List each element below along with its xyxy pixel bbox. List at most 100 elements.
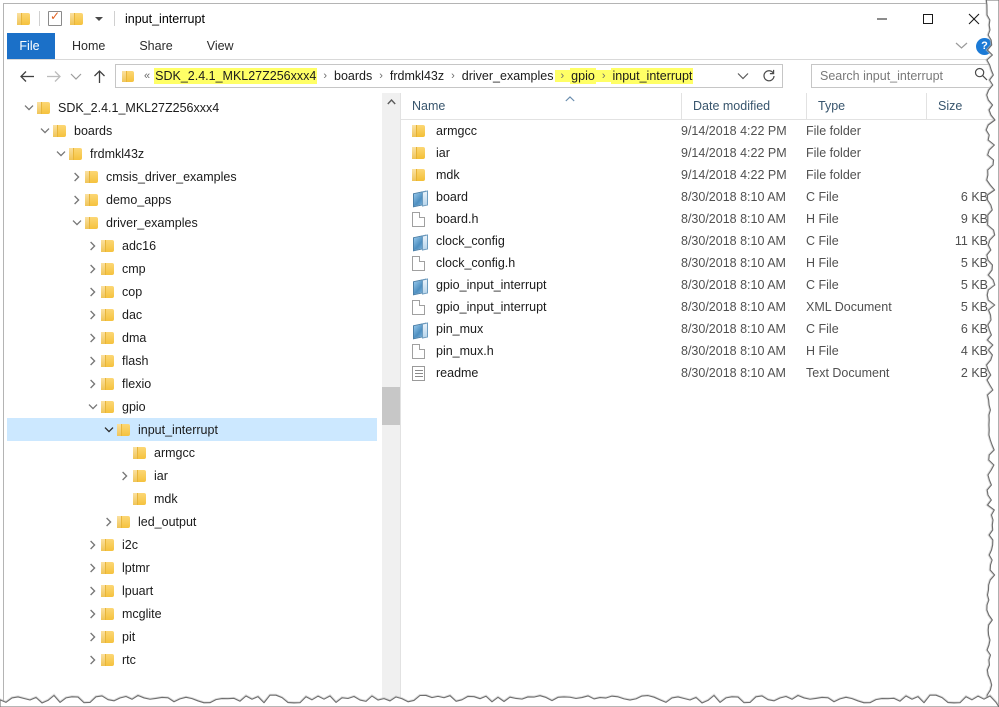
tree-item-cop[interactable]: cop [4,280,377,303]
chevron-right-icon[interactable] [84,556,101,579]
back-button[interactable] [14,63,40,89]
tree-item-dac[interactable]: dac [4,303,377,326]
tree-item-mcglite[interactable]: mcglite [4,602,377,625]
breadcrumb-item-input-interrupt[interactable]: input_interrupt [611,68,694,84]
file-name-cell[interactable]: iar [401,146,681,161]
maximize-button[interactable] [905,4,951,33]
column-header-type[interactable]: Type [806,93,926,119]
file-name-cell[interactable]: pin_mux.h [401,343,681,359]
file-name-cell[interactable]: armgcc [401,124,681,139]
tab-share[interactable]: Share [122,33,189,59]
chevron-right-icon[interactable] [84,579,101,602]
chevron-down-icon[interactable] [52,142,69,165]
table-row[interactable]: mdk 9/14/2018 4:22 PM File folder [401,164,995,186]
table-row[interactable]: readme 8/30/2018 8:10 AM Text Document 2 KB [401,362,995,384]
chevron-right-icon[interactable] [84,648,101,671]
folder-icon[interactable] [13,8,35,30]
breadcrumb-sep-2[interactable]: › [445,70,461,82]
table-row[interactable]: pin_mux.h 8/30/2018 8:10 AM H File 4 KB [401,340,995,362]
breadcrumb-sep-1[interactable]: › [373,70,389,82]
file-name-cell[interactable]: pin_mux [401,322,681,337]
chevron-right-icon[interactable] [84,625,101,648]
table-row[interactable]: clock_config.h 8/30/2018 8:10 AM H File 5 K… [401,252,995,274]
tree-item-adc16[interactable]: adc16 [4,234,377,257]
minimize-button[interactable] [859,4,905,33]
tree-item-frdmkl43z[interactable]: frdmkl43z [4,142,377,165]
tab-view[interactable]: View [190,33,251,59]
tree-item-pit[interactable]: pit [4,625,377,648]
file-name-cell[interactable]: mdk [401,168,681,183]
table-row[interactable]: clock_config 8/30/2018 8:10 AM C File 11 KB [401,230,995,252]
chevron-right-icon[interactable] [84,349,101,372]
tab-home[interactable]: Home [55,33,122,59]
table-row[interactable]: pin_mux 8/30/2018 8:10 AM C File 6 KB [401,318,995,340]
tab-file[interactable]: File [4,33,55,59]
tree-item-driver-examples[interactable]: driver_examples [4,211,377,234]
breadcrumb-dropdown-icon[interactable] [730,65,756,87]
breadcrumb-sep-0[interactable]: › [317,70,333,82]
customize-caret-icon[interactable] [88,8,110,30]
chevron-right-icon[interactable] [84,326,101,349]
tree-item-demo-apps[interactable]: demo_apps [4,188,377,211]
tree-item-lptmr[interactable]: lptmr [4,556,377,579]
scrollbar-thumb[interactable] [382,387,400,425]
chevron-down-icon[interactable] [36,119,53,142]
column-header-size[interactable]: Size [926,93,995,119]
scroll-up-arrow-icon[interactable] [382,93,400,111]
file-name-cell[interactable]: board [401,190,681,205]
chevron-down-icon[interactable] [955,37,968,55]
chevron-right-icon[interactable] [116,464,133,487]
up-button[interactable] [86,63,112,89]
close-button[interactable] [951,4,995,33]
breadcrumb-sep-3[interactable]: › [554,70,571,82]
table-row[interactable]: board.h 8/30/2018 8:10 AM H File 9 KB [401,208,995,230]
breadcrumb-item-gpio[interactable]: gpio [570,68,596,84]
chevron-right-icon[interactable] [68,165,85,188]
tree-item-dma[interactable]: dma [4,326,377,349]
column-header-date-modified[interactable]: Date modified [681,93,806,119]
chevron-right-icon[interactable] [84,372,101,395]
file-name-cell[interactable]: clock_config [401,234,681,249]
file-name-cell[interactable]: readme [401,365,681,381]
chevron-down-icon[interactable] [68,211,85,234]
table-row[interactable]: gpio_input_interrupt 8/30/2018 8:10 AM XML… [401,296,995,318]
properties-icon[interactable] [44,8,66,30]
chevron-right-icon[interactable] [84,280,101,303]
tree-item-flash[interactable]: flash [4,349,377,372]
tree-item-mdk[interactable]: mdk [4,487,377,510]
help-icon[interactable]: ? [976,37,993,55]
breadcrumb-item-sdk[interactable]: SDK_2.4.1_MKL27Z256xxx4 [154,68,318,84]
file-name-cell[interactable]: gpio_input_interrupt [401,278,681,293]
recent-locations-button[interactable] [66,63,86,89]
tree-item-flexio[interactable]: flexio [4,372,377,395]
column-header-name[interactable]: Name [401,93,681,119]
chevron-right-icon[interactable] [100,510,117,533]
tree-item-lpuart[interactable]: lpuart [4,579,377,602]
chevron-down-icon[interactable] [84,395,101,418]
file-name-cell[interactable]: clock_config.h [401,255,681,271]
tree-item-input-interrupt[interactable]: input_interrupt [4,418,377,441]
breadcrumb-overflow-icon[interactable]: « [140,70,154,82]
search-input[interactable]: Search input_interrupt [820,69,974,83]
breadcrumb-item-driver-examples[interactable]: driver_examples [461,68,555,84]
chevron-right-icon[interactable] [84,234,101,257]
tree-item-cmp[interactable]: cmp [4,257,377,280]
chevron-down-icon[interactable] [100,418,117,441]
chevron-right-icon[interactable] [84,303,101,326]
breadcrumb-bar[interactable]: « SDK_2.4.1_MKL27Z256xxx4 › boards › frd… [115,64,783,88]
search-icon[interactable] [974,67,995,86]
refresh-icon[interactable] [756,65,782,87]
tree-item-rtc[interactable]: rtc [4,648,377,671]
table-row[interactable]: armgcc 9/14/2018 4:22 PM File folder [401,120,995,142]
tree-item-cmsis-driver-examples[interactable]: cmsis_driver_examples [4,165,377,188]
file-name-cell[interactable]: gpio_input_interrupt [401,299,681,315]
tree-item-sdk-2-4-1-mkl27z256xxx4[interactable]: SDK_2.4.1_MKL27Z256xxx4 [4,96,377,119]
tree-item-led-output[interactable]: led_output [4,510,377,533]
table-row[interactable]: gpio_input_interrupt 8/30/2018 8:10 AM C F… [401,274,995,296]
breadcrumb-item-boards[interactable]: boards [333,68,373,84]
navigation-scrollbar[interactable] [382,93,400,702]
chevron-right-icon[interactable] [84,533,101,556]
tree-item-iar[interactable]: iar [4,464,377,487]
breadcrumb-item-frdmkl43z[interactable]: frdmkl43z [389,68,445,84]
search-box[interactable]: Search input_interrupt [811,64,995,88]
